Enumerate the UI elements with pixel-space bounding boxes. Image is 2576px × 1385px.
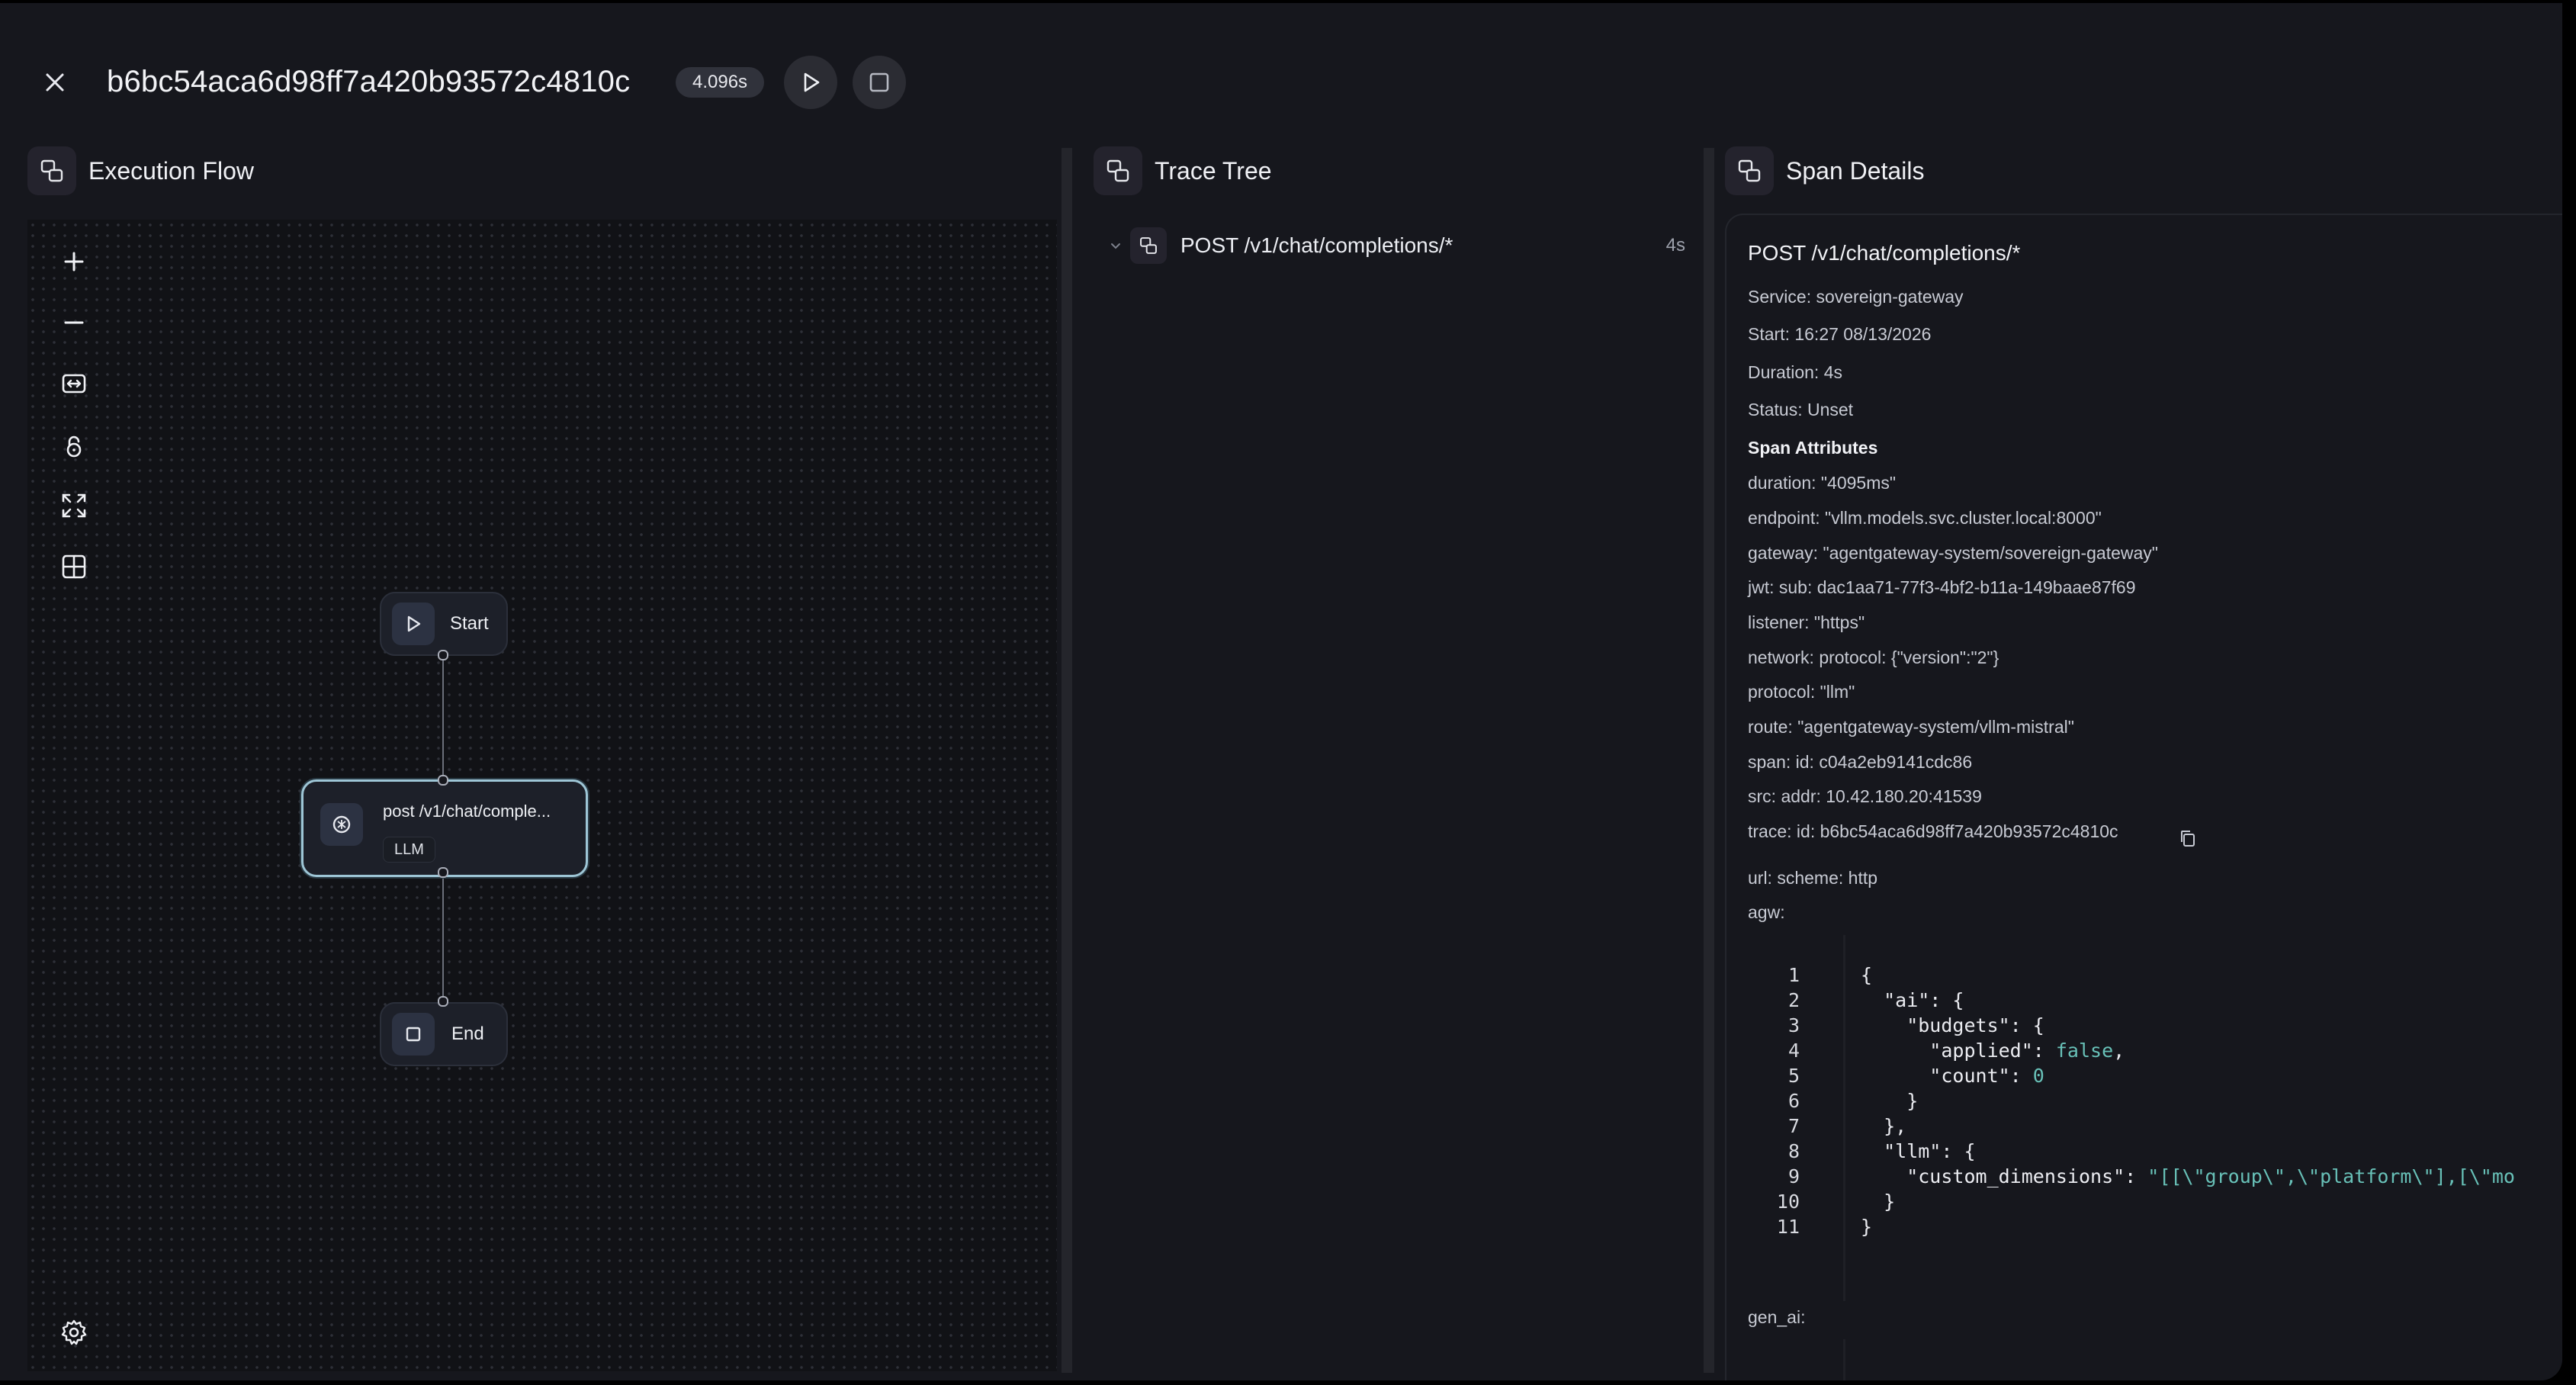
fullscreen-button[interactable] bbox=[47, 479, 101, 532]
execution-flow-title: Execution Flow bbox=[88, 156, 254, 185]
agw-json-viewer[interactable]: 1{ 2 "ai": { 3 "budgets": { 4 "applied":… bbox=[1746, 935, 2562, 1301]
fullscreen-icon bbox=[62, 493, 86, 518]
attr-span-id: span: id: c04a2eb9141cdc86 bbox=[1748, 752, 1973, 772]
panel-resize-handle-left[interactable] bbox=[1062, 148, 1072, 1373]
flow-node-end[interactable]: End bbox=[380, 1002, 508, 1066]
flow-node-llm[interactable]: post /v1/chat/comple... LLM bbox=[301, 779, 588, 877]
attr-duration: duration: "4095ms" bbox=[1748, 473, 1897, 493]
llm-icon bbox=[320, 803, 363, 846]
zoom-in-button[interactable] bbox=[47, 235, 101, 288]
flow-node-end-label: End bbox=[451, 1023, 484, 1044]
panel-resize-handle-right[interactable] bbox=[1704, 148, 1714, 1373]
end-input-handle[interactable] bbox=[438, 996, 448, 1007]
settings-button[interactable] bbox=[47, 1306, 101, 1359]
llm-tag-badge: LLM bbox=[383, 837, 435, 863]
edge-llm-end bbox=[442, 872, 444, 999]
tree-item-duration: 4s bbox=[1665, 235, 1685, 255]
zoom-in-icon bbox=[64, 252, 84, 272]
copy-trace-id-button[interactable] bbox=[2178, 828, 2198, 850]
span-title: POST /v1/chat/completions/* bbox=[1748, 241, 2021, 265]
span-duration: Duration: 4s bbox=[1748, 362, 1843, 382]
stop-icon bbox=[392, 1013, 435, 1056]
attr-route: route: "agentgateway-system/vllm-mistral… bbox=[1748, 717, 2074, 737]
attr-jwt-sub: jwt: sub: dac1aa71-77f3-4bf2-b11a-149baa… bbox=[1748, 577, 2136, 597]
edge-start-llm bbox=[442, 655, 444, 781]
play-button[interactable] bbox=[784, 56, 837, 109]
attr-agw-label: agw: bbox=[1748, 902, 1785, 922]
copy-icon bbox=[2181, 831, 2195, 847]
trace-tree-title: Trace Tree bbox=[1155, 156, 1272, 185]
zoom-out-button[interactable] bbox=[47, 296, 101, 349]
close-button[interactable] bbox=[37, 64, 73, 101]
lock-icon bbox=[66, 435, 82, 458]
fit-view-button[interactable] bbox=[47, 357, 101, 410]
execution-flow-header: Execution Flow bbox=[27, 145, 254, 197]
stop-icon bbox=[869, 72, 889, 92]
span-start: Start: 16:27 08/13/2026 bbox=[1748, 324, 1932, 344]
code-gutter-divider-2 bbox=[1843, 1339, 1845, 1380]
flow-node-start-label: Start bbox=[450, 613, 489, 634]
trace-id-title: b6bc54aca6d98ff7a420b93572c4810c bbox=[107, 65, 631, 98]
span-icon bbox=[1130, 227, 1167, 264]
attr-url-scheme: url: scheme: http bbox=[1748, 868, 1878, 888]
span-details-title: Span Details bbox=[1786, 156, 1925, 185]
llm-input-handle[interactable] bbox=[438, 775, 448, 786]
trace-viewer-window: b6bc54aca6d98ff7a420b93572c4810c 4.096s … bbox=[0, 3, 2562, 1380]
attr-listener: listener: "https" bbox=[1748, 612, 1865, 632]
span-service: Service: sovereign-gateway bbox=[1748, 287, 1964, 307]
tree-item-label: POST /v1/chat/completions/* bbox=[1180, 233, 1453, 257]
span-status: Status: Unset bbox=[1748, 400, 1854, 419]
play-icon bbox=[804, 72, 820, 92]
tree-item-root[interactable]: POST /v1/chat/completions/* 4s bbox=[1098, 224, 1685, 267]
llm-output-handle[interactable] bbox=[438, 867, 448, 878]
flow-node-llm-label: post /v1/chat/comple... bbox=[383, 802, 551, 821]
attr-endpoint: endpoint: "vllm.models.svc.cluster.local… bbox=[1748, 508, 2102, 528]
duration-badge: 4.096s bbox=[676, 67, 765, 98]
attr-network-protocol: network: protocol: {"version":"2"} bbox=[1748, 648, 1999, 667]
attr-src-addr: src: addr: 10.42.180.20:41539 bbox=[1748, 786, 1982, 806]
attr-trace-id: trace: id: b6bc54aca6d98ff7a420b93572c48… bbox=[1748, 821, 2118, 841]
attr-protocol: protocol: "llm" bbox=[1748, 682, 1855, 702]
stop-button[interactable] bbox=[853, 56, 906, 109]
trace-tree-header: Trace Tree bbox=[1094, 145, 1272, 197]
attr-gateway: gateway: "agentgateway-system/sovereign-… bbox=[1748, 543, 2158, 563]
settings-icon bbox=[61, 1319, 87, 1345]
tree-icon bbox=[1094, 146, 1142, 195]
zoom-out-icon bbox=[64, 321, 84, 324]
code-line: 9 "custom_dimensions": "[[\"group\",\"pl… bbox=[1787, 1165, 2515, 1187]
span-attributes-heading: Span Attributes bbox=[1748, 438, 1878, 458]
grid-button[interactable] bbox=[47, 540, 101, 593]
attr-gen-ai-label: gen_ai: bbox=[1748, 1307, 1806, 1327]
flow-icon bbox=[27, 146, 76, 195]
lock-button[interactable] bbox=[47, 419, 101, 473]
play-icon bbox=[392, 603, 435, 645]
chevron-down-icon bbox=[1111, 243, 1120, 249]
grid-icon bbox=[62, 554, 86, 579]
details-icon bbox=[1725, 146, 1774, 195]
span-details-header: Span Details bbox=[1725, 145, 1924, 197]
fit-view-icon bbox=[62, 374, 86, 394]
close-icon bbox=[46, 73, 64, 92]
flow-node-start[interactable]: Start bbox=[380, 592, 508, 656]
start-output-handle[interactable] bbox=[438, 650, 448, 660]
